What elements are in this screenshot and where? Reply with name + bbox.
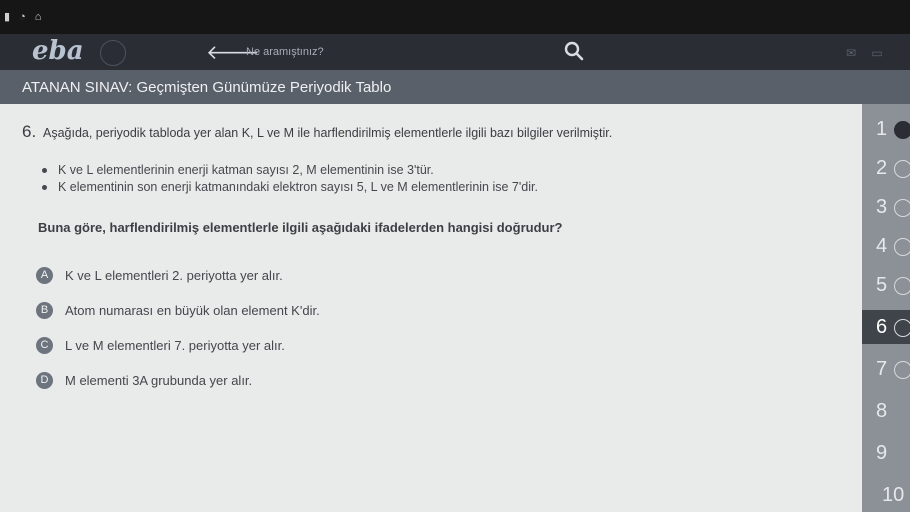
question-nav-7[interactable]: 7 xyxy=(862,352,910,386)
option-letter: A xyxy=(36,266,53,284)
exam-title-bar: ATANAN SINAV: Geçmişten Günümüze Periyod… xyxy=(0,70,910,104)
question-text: Aşağıda, periyodik tabloda yer alan K, L… xyxy=(42,126,613,140)
answer-status-icon xyxy=(894,199,910,217)
question-panel: 6. Aşağıda, periyodik tabloda yer alan K… xyxy=(0,104,862,512)
question-nav-1[interactable]: 1 xyxy=(862,112,910,146)
answer-status-icon xyxy=(894,121,910,139)
answer-status-icon xyxy=(894,361,910,379)
option-text: K ve L elementleri 2. periyotta yer alır… xyxy=(65,267,283,283)
question-nav-5[interactable]: 5 xyxy=(862,268,910,302)
bullet-icon xyxy=(42,185,47,190)
status-bar: ▮ ◔ ⌂ xyxy=(0,0,910,34)
option-text: M elementi 3A grubunda yer alır. xyxy=(65,372,253,388)
question-nav-6[interactable]: 6 xyxy=(862,310,910,344)
status-icons: ▮ ◔ ⌂ xyxy=(4,11,45,23)
option-text: L ve M elementleri 7. periyotta yer alır… xyxy=(65,337,285,353)
list-item: K elementinin son enerji katmanındaki el… xyxy=(40,179,800,196)
list-item: K ve L elementlerinin enerji katman sayı… xyxy=(40,162,800,179)
option-a[interactable]: A K ve L elementleri 2. periyotta yer al… xyxy=(36,265,283,285)
answer-status-icon xyxy=(894,319,910,337)
eba-logo[interactable]: eba xyxy=(32,36,84,66)
question-nav-9[interactable]: 9 xyxy=(862,436,910,470)
top-bar: eba 🡐 ✉ ▭ xyxy=(0,34,910,70)
info-list: K ve L elementlerinin enerji katman sayı… xyxy=(40,162,800,196)
answer-status-icon xyxy=(894,277,910,295)
search-icon[interactable] xyxy=(562,39,586,63)
option-letter: B xyxy=(36,301,53,319)
search-input[interactable] xyxy=(240,41,562,63)
question-nav-8[interactable]: 8 xyxy=(862,394,910,428)
option-c[interactable]: C L ve M elementleri 7. periyotta yer al… xyxy=(36,335,285,355)
question-number: 6. xyxy=(22,122,37,141)
answer-status-icon xyxy=(894,238,910,256)
question-navigator: 1 2 3 4 5 6 7 8 9 10 xyxy=(862,104,910,512)
question-stem: 6. Aşağıda, periyodik tabloda yer alan K… xyxy=(22,122,842,142)
question-nav-4[interactable]: 4 xyxy=(862,229,910,263)
option-text: Atom numarası en büyük olan element K'di… xyxy=(65,302,320,318)
question-nav-2[interactable]: 2 xyxy=(862,151,910,185)
bullet-icon xyxy=(42,168,47,173)
answer-status-icon xyxy=(894,160,910,178)
question-nav-10[interactable]: 10 xyxy=(862,478,910,512)
mail-icon[interactable]: ✉ ▭ xyxy=(846,46,889,60)
exam-title: ATANAN SINAV: Geçmişten Günümüze Periyod… xyxy=(22,79,392,96)
question-nav-3[interactable]: 3 xyxy=(862,190,910,224)
option-letter: D xyxy=(36,371,53,389)
option-d[interactable]: D M elementi 3A grubunda yer alır. xyxy=(36,370,252,390)
question-prompt: Buna göre, harflendirilmiş elementlerle … xyxy=(38,220,563,235)
emblem-icon xyxy=(100,40,126,66)
option-b[interactable]: B Atom numarası en büyük olan element K'… xyxy=(36,300,320,320)
option-letter: C xyxy=(36,336,53,354)
